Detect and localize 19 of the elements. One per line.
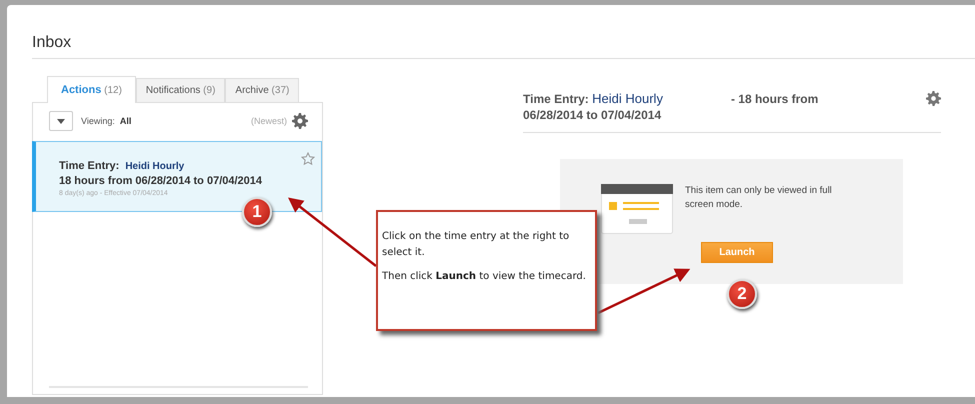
- window-icon: [601, 184, 673, 234]
- tab[interactable]: Actions (12): [47, 76, 136, 103]
- info-message: This item can only be viewed in full screen mode.: [685, 184, 833, 212]
- callout-text: Then click Launch to view the timecard.: [382, 270, 587, 284]
- item-type: Time Entry:: [59, 160, 120, 172]
- caret-icon: [57, 118, 65, 124]
- page-title: Inbox: [32, 5, 975, 59]
- settings-icon[interactable]: [926, 91, 941, 106]
- tab[interactable]: Notifications (9): [136, 78, 226, 102]
- settings-icon[interactable]: [292, 113, 308, 129]
- dropdown-button[interactable]: [49, 111, 73, 131]
- item-summary: 18 hours from 06/28/2014 to 07/04/2014: [59, 175, 264, 187]
- item-name: Heidi Hourly: [125, 161, 184, 172]
- tab[interactable]: Archive (37): [225, 78, 300, 102]
- star-icon[interactable]: [301, 152, 315, 166]
- viewing-label: Viewing:: [81, 116, 115, 126]
- viewing-value: All: [120, 116, 132, 126]
- detail-title: Time Entry: Heidi Hourly - 18 hours from 06/28/2014 to 07/04/2014: [523, 91, 820, 123]
- callout-text: Click on the time entry at the right to select it.: [382, 230, 570, 260]
